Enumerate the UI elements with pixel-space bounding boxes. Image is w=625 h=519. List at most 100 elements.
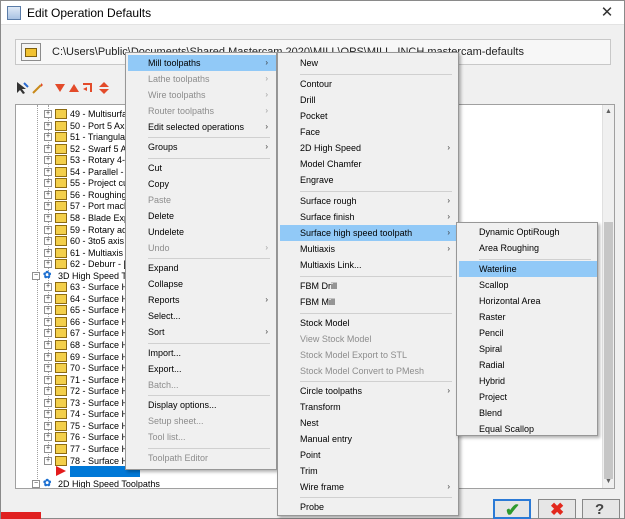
move-up-icon[interactable] xyxy=(69,84,79,92)
expand-toggle-icon[interactable]: + xyxy=(44,213,52,222)
context-menu-item[interactable]: Undo › xyxy=(128,240,276,256)
surface-high-speed-item[interactable]: Project xyxy=(459,389,597,405)
surface-high-speed-item[interactable]: Raster xyxy=(459,309,597,325)
mill-toolpaths-item[interactable]: Model Chamfer xyxy=(280,156,458,172)
select-arrow-icon[interactable] xyxy=(15,81,29,95)
expand-toggle-icon[interactable]: + xyxy=(44,248,52,257)
expand-toggle-icon[interactable]: + xyxy=(44,456,52,465)
expand-toggle-icon[interactable]: + xyxy=(44,167,52,176)
mill-toolpaths-item[interactable]: Point xyxy=(280,447,458,463)
context-menu-item[interactable]: Mill toolpaths › xyxy=(128,55,276,71)
expand-toggle-icon[interactable]: + xyxy=(44,179,52,188)
open-file-button[interactable] xyxy=(21,43,41,61)
expand-toggle-icon[interactable]: + xyxy=(44,294,52,303)
surface-high-speed-item[interactable]: Hybrid xyxy=(459,373,597,389)
move-down-icon[interactable] xyxy=(55,84,65,92)
surface-high-speed-item[interactable]: Dynamic OptiRough xyxy=(459,224,597,240)
context-menu-item[interactable]: Setup sheet... xyxy=(128,413,276,429)
expand-toggle-icon[interactable]: + xyxy=(44,364,52,373)
expand-toggle-icon[interactable]: + xyxy=(44,121,52,130)
expand-toggle-icon[interactable]: + xyxy=(44,260,52,269)
context-menu-item[interactable]: Edit selected operations › xyxy=(128,119,276,135)
mill-toolpaths-item[interactable]: Stock Model Convert to PMesh xyxy=(280,363,458,379)
context-menu-item[interactable]: Router toolpaths › xyxy=(128,103,276,119)
surface-high-speed-item[interactable]: Equal Scallop xyxy=(459,421,597,437)
context-menu-item[interactable]: Expand xyxy=(128,260,276,276)
expand-toggle-icon[interactable]: + xyxy=(44,225,52,234)
mill-toolpaths-item[interactable]: Surface finish › xyxy=(280,209,458,225)
context-menu-item[interactable]: Copy xyxy=(128,176,276,192)
mill-toolpaths-item[interactable]: Contour xyxy=(280,76,458,92)
mill-toolpaths-item[interactable]: Multiaxis › xyxy=(280,241,458,257)
expand-toggle-icon[interactable]: + xyxy=(44,156,52,165)
expand-toggle-icon[interactable]: + xyxy=(44,421,52,430)
surface-high-speed-item[interactable]: Scallop xyxy=(459,277,597,293)
mill-toolpaths-item[interactable]: Stock Model Export to STL xyxy=(280,347,458,363)
surface-high-speed-item[interactable]: Area Roughing xyxy=(459,240,597,256)
mill-toolpaths-item[interactable]: 2D High Speed › xyxy=(280,140,458,156)
context-menu-item[interactable]: Display options... xyxy=(128,397,276,413)
context-menu-item[interactable]: Collapse xyxy=(128,276,276,292)
context-menu-item[interactable]: Sort › xyxy=(128,324,276,340)
mill-toolpaths-item[interactable]: FBM Drill xyxy=(280,278,458,294)
scroll-down-icon[interactable]: ▼ xyxy=(604,477,613,487)
mill-toolpaths-item[interactable]: Drill xyxy=(280,92,458,108)
context-menu-item[interactable]: Groups › xyxy=(128,139,276,155)
mill-toolpaths-item[interactable]: New xyxy=(280,55,458,71)
help-button[interactable]: ? xyxy=(582,499,620,519)
expand-toggle-icon[interactable]: + xyxy=(44,398,52,407)
context-menu-item[interactable]: Toolpath Editor xyxy=(128,450,276,466)
context-menu-item[interactable]: Undelete xyxy=(128,224,276,240)
context-menu-item[interactable]: Select... xyxy=(128,308,276,324)
mill-toolpaths-item[interactable]: Engrave xyxy=(280,172,458,188)
close-icon[interactable]: ✕ xyxy=(598,3,616,21)
expand-toggle-icon[interactable]: + xyxy=(44,433,52,442)
expand-toggle-icon[interactable]: + xyxy=(44,352,52,361)
expand-toggle-icon[interactable]: + xyxy=(44,387,52,396)
mill-toolpaths-item[interactable]: FBM Mill xyxy=(280,294,458,310)
mill-toolpaths-item[interactable]: Wire frame › xyxy=(280,479,458,495)
expand-toggle-icon[interactable]: + xyxy=(44,375,52,384)
expand-toggle-icon[interactable]: + xyxy=(44,317,52,326)
mill-toolpaths-item[interactable]: Nest xyxy=(280,415,458,431)
tree-scrollbar[interactable]: ▲ ▼ xyxy=(602,105,614,488)
surface-high-speed-item[interactable]: Blend xyxy=(459,405,597,421)
ok-button[interactable]: ✔ xyxy=(493,499,531,519)
surface-high-speed-item[interactable]: Radial xyxy=(459,357,597,373)
context-menu-item[interactable]: Wire toolpaths › xyxy=(128,87,276,103)
expand-toggle-icon[interactable]: + xyxy=(44,144,52,153)
expand-toggle-icon[interactable]: + xyxy=(44,202,52,211)
mill-toolpaths-item[interactable]: Surface rough › xyxy=(280,193,458,209)
context-menu-item[interactable]: Cut xyxy=(128,160,276,176)
context-menu-item[interactable]: Tool list... xyxy=(128,429,276,445)
mill-toolpaths-item[interactable]: Face xyxy=(280,124,458,140)
insert-pointer-icon[interactable] xyxy=(81,81,95,95)
context-menu-item[interactable]: Batch... xyxy=(128,377,276,393)
expand-toggle-icon[interactable]: + xyxy=(44,444,52,453)
surface-high-speed-item[interactable]: Horizontal Area xyxy=(459,293,597,309)
context-menu-item[interactable]: Reports › xyxy=(128,292,276,308)
cancel-button[interactable]: ✖ xyxy=(538,499,576,519)
mill-toolpaths-item[interactable]: View Stock Model xyxy=(280,331,458,347)
expand-toggle-icon[interactable]: + xyxy=(44,329,52,338)
expand-toggle-icon[interactable]: + xyxy=(44,410,52,419)
expand-toggle-icon[interactable]: + xyxy=(44,190,52,199)
mill-toolpaths-item[interactable]: Pocket xyxy=(280,108,458,124)
expand-toggle-icon[interactable]: + xyxy=(44,283,52,292)
context-menu-item[interactable]: Delete xyxy=(128,208,276,224)
expand-toggle-icon[interactable]: − xyxy=(32,271,40,280)
mill-toolpaths-item[interactable]: Multiaxis Link... xyxy=(280,257,458,273)
expand-toggle-icon[interactable]: + xyxy=(44,133,52,142)
expand-toggle-icon[interactable]: − xyxy=(32,479,40,488)
surface-high-speed-item[interactable]: Spiral xyxy=(459,341,597,357)
expand-toggle-icon[interactable]: + xyxy=(44,306,52,315)
surface-high-speed-item[interactable]: Pencil xyxy=(459,325,597,341)
context-menu-item[interactable]: Export... xyxy=(128,361,276,377)
context-menu-item[interactable]: Paste xyxy=(128,192,276,208)
mill-toolpaths-item[interactable]: Transform xyxy=(280,399,458,415)
scroll-up-icon[interactable]: ▲ xyxy=(604,107,613,117)
context-menu-item[interactable]: Lathe toolpaths › xyxy=(128,71,276,87)
mill-toolpaths-item[interactable]: Surface high speed toolpath › xyxy=(280,225,458,241)
expand-toggle-icon[interactable]: + xyxy=(44,237,52,246)
mill-toolpaths-item[interactable]: Manual entry xyxy=(280,431,458,447)
